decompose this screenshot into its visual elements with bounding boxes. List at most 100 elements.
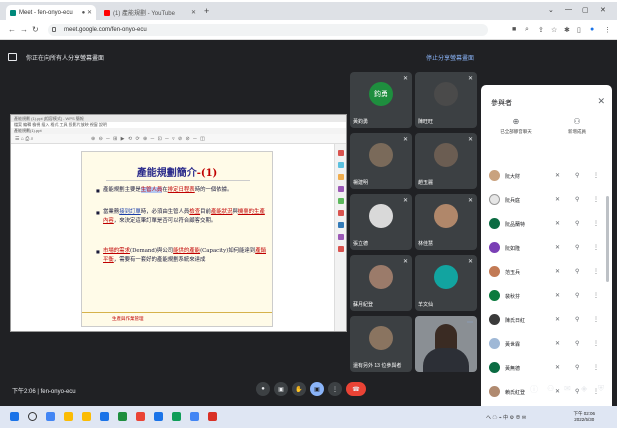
chrome-icon[interactable] [118, 412, 127, 421]
app-icon[interactable] [154, 412, 163, 421]
more-options-icon[interactable]: ⋮ [593, 220, 599, 227]
menu-icon[interactable]: ⋮ [604, 26, 611, 34]
maximize-button[interactable]: ▢ [582, 6, 589, 14]
pin-icon[interactable]: ⚲ [575, 340, 579, 347]
close-icon[interactable]: ✕ [191, 9, 196, 16]
action-label: 新增成員 [568, 129, 586, 134]
participant-tile[interactable]: ✕ 楊建明 [350, 133, 412, 189]
pin-icon[interactable]: ⚲ [575, 292, 579, 299]
participant-tile[interactable]: ✕ 鈞勇 黃鈞勇 [350, 72, 412, 128]
start-icon[interactable] [10, 412, 19, 421]
presenting-banner: 你正在向所有人分享螢幕畫面 停止分享螢幕畫面 [8, 50, 478, 66]
clock-date: 2022/5/30 [574, 417, 595, 422]
zoom-icon[interactable]: ⌕ [525, 26, 529, 34]
more-options-icon[interactable]: ⋮ [593, 244, 599, 251]
participant-row[interactable]: 黃無德 ✕ ⚲ ⋮ [481, 357, 612, 379]
camera-icon[interactable]: ■ [512, 26, 516, 33]
task-view-icon[interactable] [46, 412, 55, 421]
lock-icon[interactable] [52, 27, 56, 32]
participant-tile[interactable]: ✕ 羊文仙 [415, 255, 477, 311]
add-people-button[interactable]: ⚇ 新增成員 [547, 117, 607, 135]
camera-button[interactable]: ▣ [274, 382, 288, 396]
participant-row[interactable]: 范玉兵 ✕ ⚲ ⋮ [481, 261, 612, 283]
more-button[interactable]: ⋮ [328, 382, 342, 396]
close-icon[interactable]: ✕ [597, 96, 605, 107]
bookmark-star-icon[interactable]: ☆ [551, 26, 557, 34]
more-participants-tile[interactable]: 還有另外 13 位參與者 [350, 316, 412, 372]
search-icon[interactable] [28, 412, 37, 421]
tab-youtube[interactable]: (1) 產能規劃 - YouTube ✕ [100, 5, 200, 20]
participant-row[interactable]: 裴秋芬 ✕ ⚲ ⋮ [481, 285, 612, 307]
more-options-icon[interactable]: ⋮ [593, 316, 599, 323]
forward-icon[interactable]: → [20, 25, 28, 34]
more-options-icon[interactable]: ⋮ [593, 172, 599, 179]
sidebar-icon[interactable]: ▯ [577, 26, 581, 34]
tab-meet[interactable]: Meet - fen-onyo-ecu ● ✕ [6, 5, 96, 20]
present-button[interactable]: ▣ [310, 382, 324, 396]
raise-hand-button[interactable]: ✋ [292, 382, 306, 396]
back-icon[interactable]: ← [8, 25, 16, 34]
clock[interactable]: 下午 02:06 2022/5/30 [573, 411, 595, 423]
more-options-icon[interactable]: ⋮ [593, 268, 599, 275]
file-explorer-icon[interactable] [64, 412, 73, 421]
more-options-icon[interactable]: ⋮ [593, 196, 599, 203]
pin-icon[interactable]: ⚲ [575, 364, 579, 371]
pin-icon[interactable]: ⚲ [575, 388, 579, 395]
participant-tile[interactable]: ✕ 張立德 [350, 194, 412, 250]
share-icon[interactable]: ⇪ [538, 26, 544, 34]
participant-tile[interactable]: ✕ 陳旺旺 [415, 72, 477, 128]
participant-tile[interactable]: ✕ 蘇月紀登 [350, 255, 412, 311]
participant-row[interactable]: 阮品蘭特 ✕ ⚲ ⋮ [481, 213, 612, 235]
minimize-button[interactable]: — [565, 6, 572, 13]
app-icon[interactable] [172, 412, 181, 421]
activities-icon[interactable]: ◈ [581, 384, 587, 393]
pin-icon[interactable]: ⚲ [575, 220, 579, 227]
participant-row[interactable]: 阮兵庭 ✕ ⚲ ⋮ [481, 189, 612, 211]
edge-icon[interactable] [100, 412, 109, 421]
pin-icon[interactable]: ⚲ [575, 316, 579, 323]
folder-icon[interactable] [82, 412, 91, 421]
mic-off-icon: ✕ [402, 76, 408, 82]
participant-row[interactable]: 阮如隆 ✕ ⚲ ⋮ [481, 237, 612, 259]
leave-call-button[interactable]: ☎ [346, 382, 366, 396]
app-icon[interactable] [136, 412, 145, 421]
pin-icon[interactable]: ⚲ [575, 268, 579, 275]
pin-icon[interactable]: ⚲ [575, 172, 579, 179]
mic-off-icon: ✕ [467, 198, 473, 204]
profile-icon[interactable]: ● [590, 26, 594, 33]
url-field[interactable]: meet.google.com/fen-onyo-ecu [48, 24, 488, 36]
more-options-icon[interactable]: ⋮ [593, 292, 599, 299]
self-video-tile[interactable]: ⋯ [415, 316, 477, 372]
participant-row[interactable]: 黃世霖 ✕ ⚲ ⋮ [481, 333, 612, 355]
extensions-icon[interactable]: ✱ [564, 26, 570, 34]
host-controls-icon[interactable]: ⛨ [598, 384, 604, 394]
reload-icon[interactable]: ↻ [32, 25, 39, 34]
chat-icon[interactable]: ✉ [564, 384, 571, 393]
new-tab-button[interactable]: + [204, 6, 209, 16]
ppt-toolbar-left: ☰ ⌂ ⎙ ⌕ [15, 136, 34, 142]
participant-tile[interactable]: ✕ 林佳慧 [415, 194, 477, 250]
mute-all-button[interactable]: ⊕ 已全部靜音聊天 [486, 117, 546, 135]
sidebar-tool-icon [338, 246, 344, 252]
people-scrollbar[interactable] [606, 196, 609, 282]
close-window-button[interactable]: ✕ [600, 6, 606, 14]
slide-title-text: 產能規劃簡介 [136, 168, 197, 179]
info-icon[interactable]: ⓘ [530, 384, 538, 395]
more-options-icon[interactable]: ⋯ [467, 319, 473, 326]
people-icon[interactable]: ⚇ [547, 384, 554, 393]
more-options-icon[interactable]: ⋮ [593, 364, 599, 371]
more-options-icon[interactable]: ⋮ [593, 340, 599, 347]
tab-label: (1) 產能規劃 - YouTube [113, 11, 175, 17]
stop-presenting-button[interactable]: 停止分享螢幕畫面 [426, 53, 474, 62]
participant-row[interactable]: 陳氏日紅 ✕ ⚲ ⋮ [481, 309, 612, 331]
wps-icon[interactable] [208, 412, 217, 421]
close-icon[interactable]: ● ✕ [82, 9, 92, 16]
participant-row[interactable]: 阮大財 ✕ ⚲ ⋮ [481, 165, 612, 187]
tab-search-icon[interactable]: ⌄ [548, 6, 554, 14]
participant-tile[interactable]: ✕ 趙玉麗 [415, 133, 477, 189]
app-icon[interactable] [190, 412, 199, 421]
system-tray[interactable]: へ ☁ ⌁ 中 ⚙ ⊕ ✉ [486, 414, 526, 421]
pin-icon[interactable]: ⚲ [575, 196, 579, 203]
mic-button[interactable]: ● [256, 382, 270, 396]
pin-icon[interactable]: ⚲ [575, 244, 579, 251]
